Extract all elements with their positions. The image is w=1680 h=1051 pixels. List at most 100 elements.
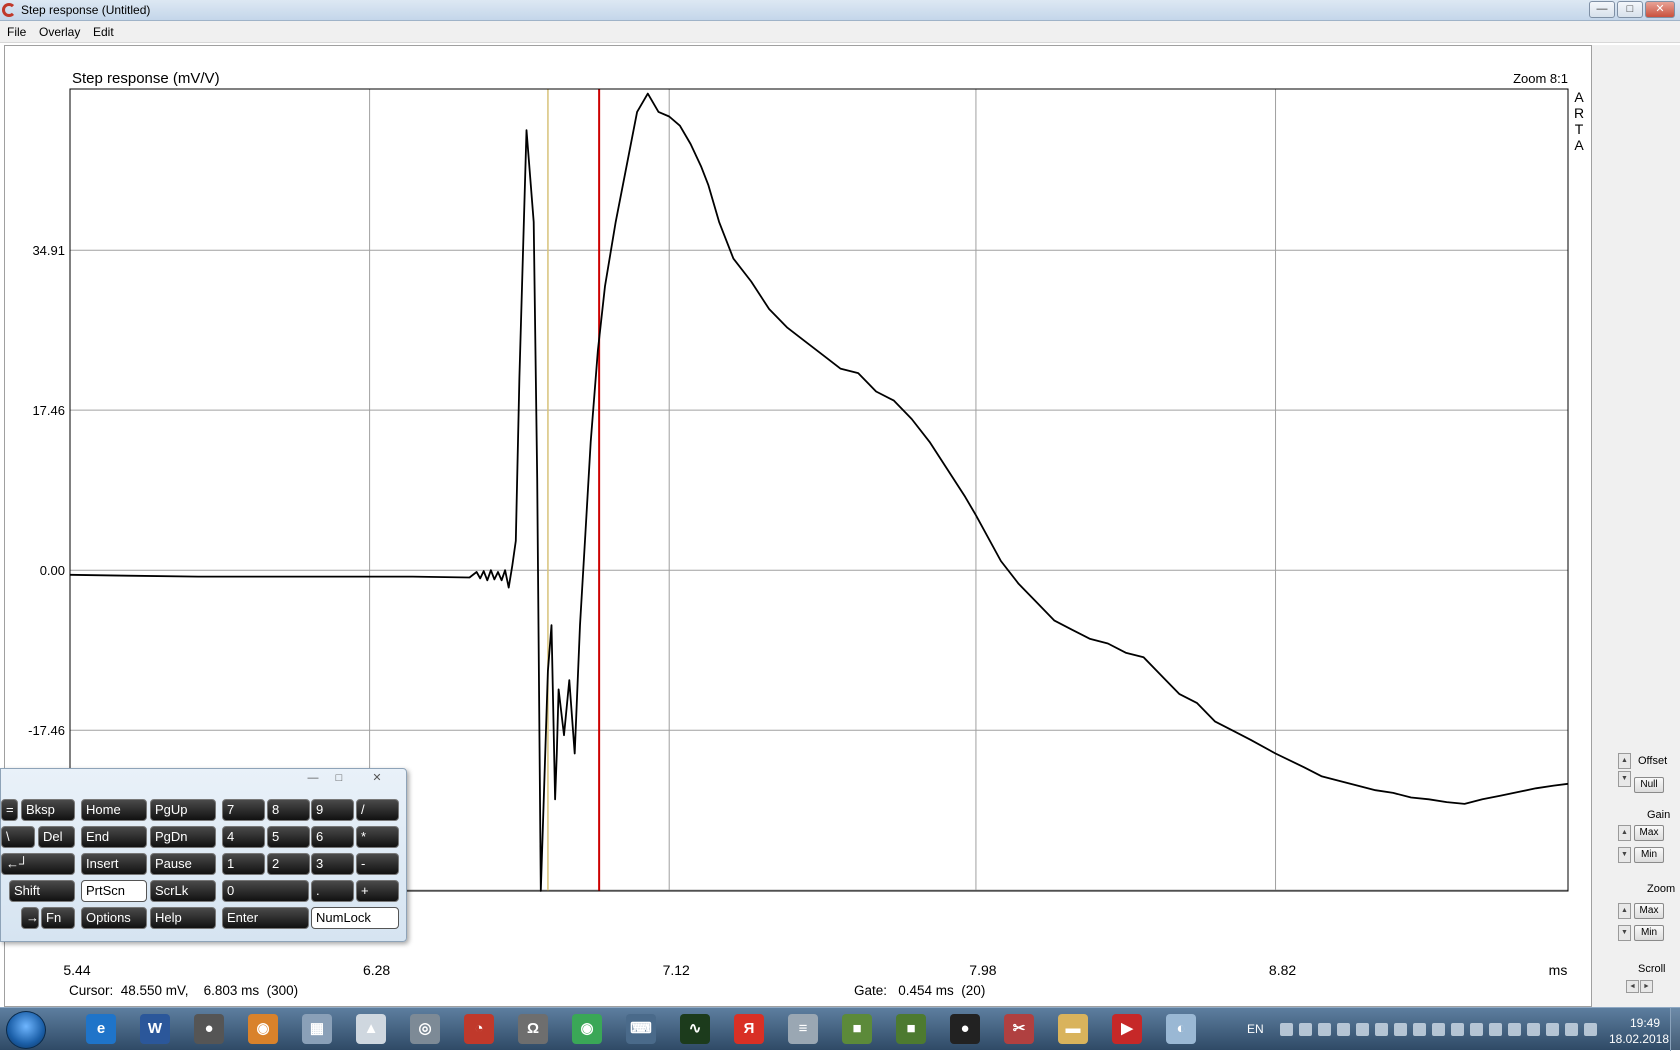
null-button[interactable]: Null (1634, 777, 1664, 793)
osk-minimize-button[interactable]: — (303, 772, 323, 786)
taskbar-app-schematic-icon[interactable]: ≡ (788, 1014, 818, 1044)
taskbar-chrome-icon[interactable]: ◉ (572, 1014, 602, 1044)
key-bksp[interactable]: Bksp (21, 799, 75, 821)
taskbar-explorer-icon[interactable]: ▬ (1058, 1014, 1088, 1044)
tray-icon[interactable] (1527, 1023, 1540, 1036)
tray-language[interactable]: EN (1247, 1022, 1264, 1036)
menu-edit[interactable]: Edit (93, 25, 114, 39)
key-enter-main[interactable]: ←┘ (1, 853, 75, 875)
key-n7[interactable]: 7 (222, 799, 265, 821)
tray-icon[interactable] (1451, 1023, 1464, 1036)
tray-icon[interactable] (1413, 1023, 1426, 1036)
key-n0[interactable]: 0 (222, 880, 309, 902)
tray-icon[interactable] (1318, 1023, 1331, 1036)
offset-up-button[interactable]: ▲ (1618, 753, 1631, 769)
taskbar-minecraft-2-icon[interactable]: ■ (896, 1014, 926, 1044)
clock-time[interactable]: 19:49 (1614, 1016, 1676, 1030)
gain-up-button[interactable]: ▲ (1618, 825, 1631, 841)
zoom-min-button[interactable]: Min (1634, 925, 1664, 941)
tray-icon[interactable] (1394, 1023, 1407, 1036)
taskbar-app-arrow-icon[interactable]: ▶ (1112, 1014, 1142, 1044)
taskbar-app-alien-icon[interactable]: ▲ (356, 1014, 386, 1044)
key-options[interactable]: Options (81, 907, 147, 929)
taskbar-arta-icon[interactable]: ◔ (464, 1014, 494, 1044)
key-dot[interactable]: . (311, 880, 354, 902)
scroll-left-button[interactable]: ◄ (1626, 980, 1639, 993)
arta-app-icon[interactable] (2, 3, 16, 17)
key-n5[interactable]: 5 (267, 826, 310, 848)
gain-down-button[interactable]: ▼ (1618, 847, 1631, 863)
key-home[interactable]: Home (81, 799, 147, 821)
key-slash[interactable]: / (356, 799, 399, 821)
taskbar-app-eye-icon[interactable]: ◉ (248, 1014, 278, 1044)
tray-icon[interactable] (1337, 1023, 1350, 1036)
taskbar-calculator-icon[interactable]: ▦ (302, 1014, 332, 1044)
tray-icon[interactable] (1584, 1023, 1597, 1036)
zoom-down-button[interactable]: ▼ (1618, 925, 1631, 941)
scroll-right-button[interactable]: ► (1640, 980, 1653, 993)
tray-icon[interactable] (1299, 1023, 1312, 1036)
key-scrlk[interactable]: ScrLk (150, 880, 216, 902)
tray-icon[interactable] (1470, 1023, 1483, 1036)
taskbar-word-icon[interactable]: W (140, 1014, 170, 1044)
zoom-up-button[interactable]: ▲ (1618, 903, 1631, 919)
taskbar-app-keyboard-icon[interactable]: ⌨ (626, 1014, 656, 1044)
key-n6[interactable]: 6 (311, 826, 354, 848)
key-insert[interactable]: Insert (81, 853, 147, 875)
osk-close-button[interactable]: ✕ (367, 772, 387, 786)
zoom-max-button[interactable]: Max (1634, 903, 1664, 919)
taskbar-app-target-icon[interactable]: ◎ (410, 1014, 440, 1044)
menu-overlay[interactable]: Overlay (39, 25, 80, 39)
key-n3[interactable]: 3 (311, 853, 354, 875)
gain-max-button[interactable]: Max (1634, 825, 1664, 841)
key-fn[interactable]: Fn (41, 907, 75, 929)
tray-icon[interactable] (1356, 1023, 1369, 1036)
maximize-button[interactable]: □ (1617, 1, 1643, 18)
on-screen-keyboard[interactable]: — □ ✕ = Bksp Home PgUp 7 8 9/ \ Del End PgDn 4 5 6 * ←┘… (0, 768, 407, 942)
key-n2[interactable]: 2 (267, 853, 310, 875)
taskbar-app-camera-icon[interactable]: ● (194, 1014, 224, 1044)
taskbar-paint-icon[interactable]: ◐ (1166, 1014, 1196, 1044)
clock-date[interactable]: 18.02.2018 (1602, 1032, 1676, 1046)
taskbar-ie-icon[interactable]: e (86, 1014, 116, 1044)
key-end[interactable]: End (81, 826, 147, 848)
tray-icon[interactable] (1375, 1023, 1388, 1036)
key-n1[interactable]: 1 (222, 853, 265, 875)
taskbar-recorder-icon[interactable]: ● (950, 1014, 980, 1044)
key-eq[interactable]: = (1, 799, 18, 821)
key-prtscn[interactable]: PrtScn (81, 880, 147, 902)
close-button[interactable]: ✕ (1645, 1, 1675, 18)
tray-icon[interactable] (1565, 1023, 1578, 1036)
tray-icon[interactable] (1508, 1023, 1521, 1036)
key-help[interactable]: Help (150, 907, 216, 929)
taskbar-app-scope-icon[interactable]: ∿ (680, 1014, 710, 1044)
taskbar-app-omega-icon[interactable]: Ω (518, 1014, 548, 1044)
key-del[interactable]: Del (38, 826, 75, 848)
key-shift[interactable]: Shift (9, 880, 75, 902)
key-star[interactable]: * (356, 826, 399, 848)
minimize-button[interactable]: — (1589, 1, 1615, 18)
key-pgup[interactable]: PgUp (150, 799, 216, 821)
key-plus[interactable]: + (356, 880, 399, 902)
show-desktop-button[interactable] (1670, 1008, 1680, 1051)
key-enter[interactable]: Enter (222, 907, 309, 929)
gain-min-button[interactable]: Min (1634, 847, 1664, 863)
taskbar-yandex-icon[interactable]: Я (734, 1014, 764, 1044)
key-numlock[interactable]: NumLock (311, 907, 399, 929)
tray-icon[interactable] (1280, 1023, 1293, 1036)
key-minus[interactable]: - (356, 853, 399, 875)
taskbar-minecraft-1-icon[interactable]: ■ (842, 1014, 872, 1044)
key-n4[interactable]: 4 (222, 826, 265, 848)
osk-restore-button[interactable]: □ (329, 772, 349, 786)
tray-icon[interactable] (1546, 1023, 1559, 1036)
key-backslash[interactable]: \ (1, 826, 35, 848)
tray-icon[interactable] (1489, 1023, 1502, 1036)
tray-icon[interactable] (1432, 1023, 1445, 1036)
key-right[interactable]: → (21, 907, 39, 929)
offset-down-button[interactable]: ▼ (1618, 771, 1631, 787)
key-n8[interactable]: 8 (267, 799, 310, 821)
key-n9[interactable]: 9 (311, 799, 354, 821)
taskbar-app-scissors-icon[interactable]: ✂ (1004, 1014, 1034, 1044)
key-pause[interactable]: Pause (150, 853, 216, 875)
key-pgdn[interactable]: PgDn (150, 826, 216, 848)
